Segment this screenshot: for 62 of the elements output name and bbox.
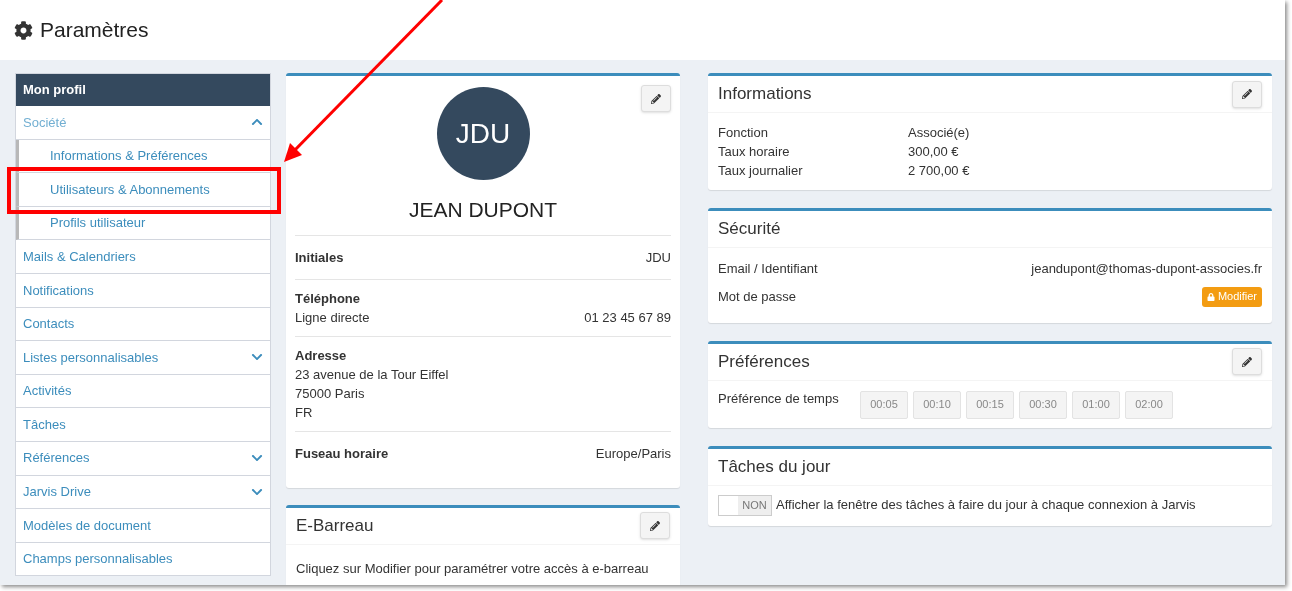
settings-icon (14, 20, 33, 40)
avatar: JDU (436, 87, 530, 180)
card-text: Cliquez sur Modifier pour paramétrer votre accès à e-barreau (295, 559, 650, 578)
time-option-button[interactable]: 02:00 (1125, 390, 1173, 419)
sidebar-item[interactable]: Jarvis Drive (16, 475, 270, 510)
toggle-switch[interactable]: NON (718, 494, 772, 516)
time-option-button[interactable]: 01:00 (1072, 390, 1120, 419)
field-label: Mot de passe (718, 287, 797, 306)
sidebar-item[interactable]: Contacts (16, 307, 270, 342)
card-title: Sécurité (718, 218, 781, 241)
field-value: 300,00 € (908, 143, 959, 161)
field-label: Initiales (295, 248, 344, 267)
sidebar-header[interactable]: Mon profil (16, 74, 270, 106)
address-line: FR (295, 404, 314, 422)
card-title: Tâches du jour (718, 455, 831, 478)
page-title: Paramètres (40, 17, 149, 44)
sidebar-item[interactable]: Activités (16, 374, 270, 409)
address-line: 75000 Paris (295, 385, 366, 403)
field-label: Fonction (718, 124, 769, 142)
field-label: Fuseau horaire (295, 445, 389, 463)
time-option-button[interactable]: 00:30 (1019, 390, 1067, 419)
pencil-icon (650, 520, 660, 531)
field-value: Europe/Paris (595, 445, 671, 463)
submenu-item[interactable]: Utilisateurs & Abonnements (16, 173, 270, 207)
pencil-icon (1242, 89, 1252, 99)
field-value: JDU (645, 248, 671, 267)
field-label: Taux journalier (718, 162, 804, 180)
sidebar-item[interactable]: Références (16, 441, 270, 476)
pencil-icon (651, 93, 661, 104)
toggle-label: Afficher la fenêtre des tâches à faire du jour à chaque connexion à Jarvis (776, 496, 1196, 515)
field-label: Ligne directe (295, 309, 370, 327)
lock-icon (1206, 292, 1215, 301)
field-value: Associé(e) (908, 124, 970, 142)
card-title: Informations (718, 83, 812, 106)
address-line: 23 avenue de la Tour Eiffel (295, 366, 450, 384)
card-title: E-Barreau (296, 514, 374, 537)
edit-button[interactable] (1232, 80, 1262, 108)
field-value: 2 700,00 € (908, 162, 970, 180)
sidebar-item[interactable]: Société (16, 106, 270, 140)
time-option-button[interactable]: 00:15 (966, 390, 1014, 419)
sidebar-item[interactable]: Champs personnalisables (16, 542, 270, 577)
field-label: Email / Identifiant (718, 260, 818, 278)
profile-name: JEAN DUPONT (408, 197, 558, 223)
edit-button[interactable] (641, 85, 671, 112)
sidebar-item[interactable]: Listes personnalisables (16, 341, 270, 375)
edit-button[interactable] (1232, 348, 1262, 375)
sidebar-item[interactable]: Modèles de document (16, 509, 270, 543)
modify-password-button[interactable]: Modifier (1201, 286, 1262, 307)
field-value: jeandupont@thomas-dupont-associes.fr (1031, 260, 1262, 278)
field-label: Préférence de temps (718, 389, 840, 408)
card-title: Préférences (718, 350, 810, 373)
sidebar-item[interactable]: Mails & Calendriers (16, 240, 270, 274)
time-option-button[interactable]: 00:05 (860, 390, 908, 419)
sidebar-item[interactable]: Notifications (16, 273, 270, 308)
field-value: 01 23 45 67 89 (584, 309, 671, 327)
pencil-icon (1242, 356, 1252, 367)
edit-button[interactable] (640, 512, 670, 539)
field-label: Téléphone (295, 290, 361, 308)
field-label: Adresse (295, 347, 348, 365)
time-option-button[interactable]: 00:10 (913, 390, 961, 419)
field-label: Taux horaire (718, 143, 791, 161)
sidebar-item[interactable]: Tâches (16, 408, 270, 442)
